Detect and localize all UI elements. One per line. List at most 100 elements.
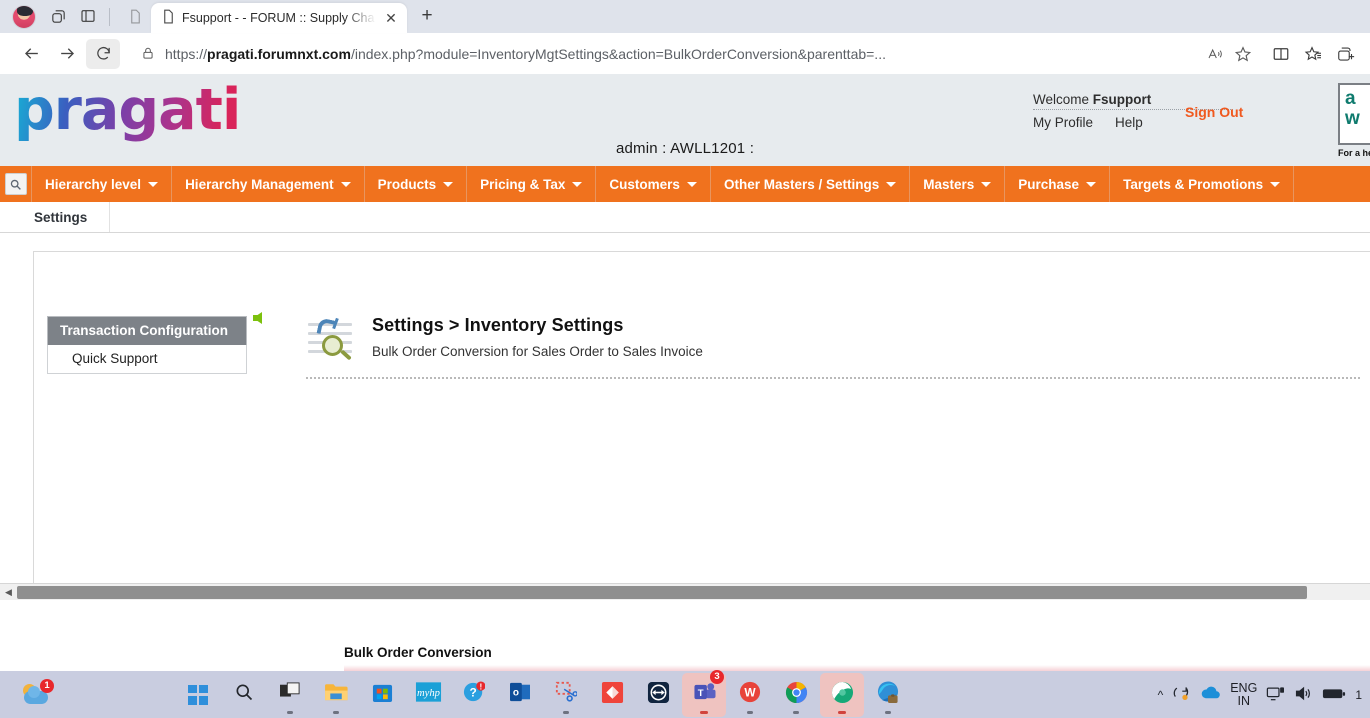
nav-item-purchase[interactable]: Purchase [1005, 166, 1111, 202]
toolbar-divider [109, 8, 110, 26]
myhp-app[interactable]: myhp [406, 673, 450, 717]
nav-search-button[interactable] [0, 166, 32, 202]
promo-banner: a w For a heal [1338, 83, 1370, 158]
close-icon[interactable]: ✕ [383, 10, 399, 27]
side-menu-item-quick-support[interactable]: Quick Support [47, 345, 247, 374]
snipping-tool[interactable] [544, 673, 588, 717]
page-header: Settings > Inventory Settings Bulk Order… [306, 315, 1360, 379]
wps-office[interactable]: W [728, 673, 772, 717]
address-bar[interactable]: https://pragati.forumnxt.com/index.php?m… [128, 38, 1258, 69]
myhp-icon: myhp [415, 681, 442, 708]
tab-title: Fsupport - - FORUM :: Supply Cha [182, 11, 375, 25]
svg-text:myhp: myhp [417, 688, 440, 699]
collections-icon[interactable] [1298, 39, 1328, 69]
start-button[interactable] [176, 673, 220, 717]
clock[interactable]: 1 [1355, 688, 1362, 702]
nav-item-pricing-tax[interactable]: Pricing & Tax [467, 166, 597, 202]
pragati-logo: pragati [14, 77, 241, 143]
chrome-icon [785, 681, 808, 709]
microsoft-store[interactable] [360, 673, 404, 717]
tray-expand-icon[interactable]: ^ [1158, 688, 1164, 702]
add-tab-group-icon[interactable] [1330, 39, 1360, 69]
teamviewer[interactable] [636, 673, 680, 717]
anydesk-icon [601, 681, 624, 709]
edge-icon [876, 680, 900, 709]
store-icon [372, 682, 393, 708]
browser-tab-inactive[interactable] [117, 3, 151, 33]
chevron-down-icon [981, 181, 992, 187]
left-arrow-icon [253, 312, 262, 324]
search-icon [234, 682, 254, 707]
chevron-down-icon [686, 181, 697, 187]
nav-label: Hierarchy Management [185, 176, 334, 192]
nav-label: Targets & Promotions [1123, 176, 1264, 192]
nav-label: Pricing & Tax [480, 176, 566, 192]
scroll-left-icon[interactable]: ◀ [0, 587, 17, 598]
volume-icon[interactable] [1294, 685, 1313, 705]
question-mark-icon: ? ! [463, 681, 486, 708]
nav-item-products[interactable]: Products [365, 166, 468, 202]
nav-label: Other Masters / Settings [723, 176, 880, 192]
nav-item-hierarchy-management[interactable]: Hierarchy Management [172, 166, 365, 202]
browser-chrome: Fsupport - - FORUM :: Supply Cha ✕ + htt… [0, 0, 1370, 74]
tab-settings[interactable]: Settings [12, 202, 111, 232]
help-support[interactable]: ? ! [452, 673, 496, 717]
search-icon [4, 173, 27, 195]
nav-item-customers[interactable]: Customers [596, 166, 711, 202]
folder-icon [324, 682, 349, 708]
scissors-icon [555, 681, 578, 708]
browser-tab-active[interactable]: Fsupport - - FORUM :: Supply Cha ✕ [151, 3, 407, 33]
outlook-icon: o [509, 682, 531, 707]
browser-app[interactable] [820, 672, 864, 717]
horizontal-scrollbar[interactable]: ◀ [0, 583, 1370, 600]
chevron-down-icon [886, 181, 897, 187]
nav-item-other-masters-settings[interactable]: Other Masters / Settings [711, 166, 911, 202]
outlook[interactable]: o [498, 673, 542, 717]
microsoft-teams[interactable]: T 3 [682, 669, 726, 717]
nav-item-targets-promotions[interactable]: Targets & Promotions [1110, 166, 1295, 202]
page-viewport: pragati Welcome Fsupport My Profile Help… [0, 74, 1370, 671]
file-explorer[interactable] [314, 673, 358, 717]
favorite-star-icon[interactable] [1234, 45, 1252, 63]
battery-icon[interactable] [1322, 686, 1346, 704]
language-line-1: ENG [1230, 680, 1258, 695]
tab-copilot-icon[interactable] [45, 3, 71, 29]
google-chrome[interactable] [774, 673, 818, 717]
sign-out-link[interactable]: Sign Out [1185, 104, 1243, 120]
back-icon[interactable] [14, 39, 48, 69]
nav-item-hierarchy-level[interactable]: Hierarchy level [32, 166, 173, 202]
nav-label: Customers [609, 176, 680, 192]
help-link[interactable]: Help [1115, 115, 1143, 130]
reload-icon[interactable] [86, 38, 120, 69]
split-screen-icon[interactable] [1266, 39, 1296, 69]
read-aloud-icon[interactable] [1206, 46, 1224, 62]
anydesk[interactable] [590, 673, 634, 717]
my-profile-link[interactable]: My Profile [1033, 115, 1093, 130]
network-icon[interactable] [1266, 685, 1285, 705]
task-view-button[interactable] [268, 673, 312, 717]
tab-strip: Fsupport - - FORUM :: Supply Cha ✕ + [0, 0, 1370, 33]
search-button[interactable] [222, 673, 266, 717]
url-text: https://pragati.forumnxt.com/index.php?m… [165, 45, 886, 62]
microsoft-edge[interactable] [866, 673, 910, 717]
divider [306, 377, 1360, 379]
teamviewer-icon [647, 681, 670, 709]
nav-item-masters[interactable]: Masters [910, 166, 1006, 202]
svg-text:T: T [697, 688, 703, 699]
onedrive-icon[interactable] [1200, 686, 1221, 703]
taskbar-weather-widget[interactable]: 1 [0, 678, 108, 708]
forward-icon[interactable] [50, 39, 84, 69]
browser-toolbar: https://pragati.forumnxt.com/index.php?m… [0, 33, 1370, 74]
page-title: Settings > Inventory Settings [372, 315, 624, 335]
language-indicator[interactable]: ENG IN [1230, 680, 1258, 708]
section-title: Bulk Order Conversion [344, 645, 492, 660]
sync-icon[interactable] [1172, 685, 1191, 705]
new-tab-button[interactable]: + [413, 2, 441, 30]
nav-label: Masters [923, 176, 975, 192]
scrollbar-thumb[interactable] [17, 585, 1307, 599]
split-pane-icon[interactable] [75, 3, 101, 29]
chevron-down-icon [148, 181, 159, 187]
language-line-2: IN [1237, 693, 1251, 708]
scrollbar-track[interactable] [17, 585, 1370, 599]
profile-avatar[interactable] [12, 5, 36, 29]
